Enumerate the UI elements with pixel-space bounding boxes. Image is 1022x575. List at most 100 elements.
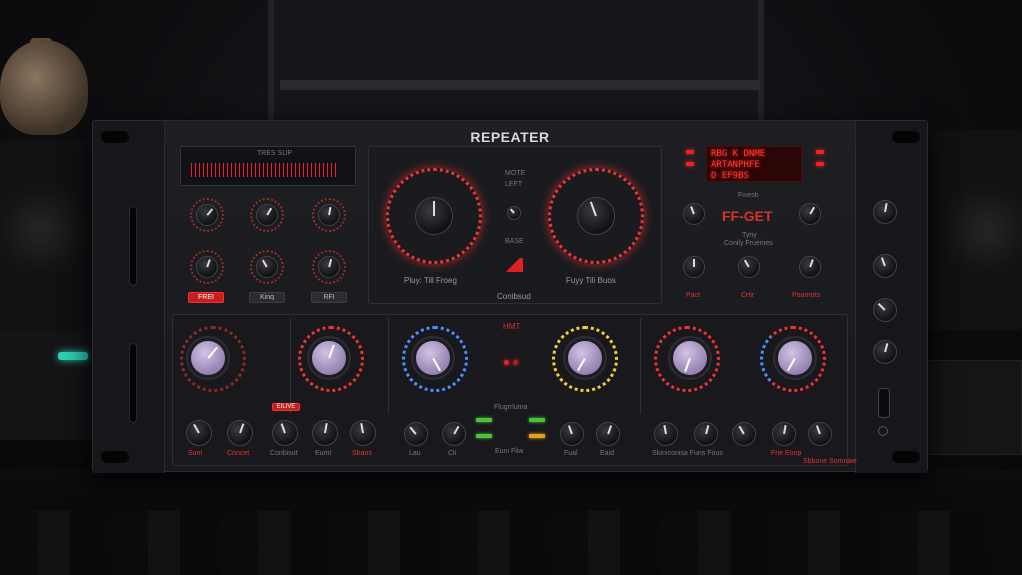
status-led	[686, 150, 694, 154]
freeze-button[interactable]: FREI	[188, 292, 224, 303]
center-bottom-label: Conibsud	[497, 292, 531, 301]
king-button[interactable]: Kinq	[249, 292, 285, 303]
small-knob-10[interactable]	[654, 422, 678, 446]
rfi-button[interactable]: RFI	[311, 292, 347, 303]
small-knob-11[interactable]	[694, 422, 718, 446]
status-led	[816, 150, 824, 154]
side-knob-1[interactable]	[873, 200, 897, 224]
display-sub-label-1: Tyny	[742, 232, 757, 239]
eumt-label: Eumt	[315, 450, 332, 457]
small-knob-6[interactable]	[404, 422, 428, 446]
base-label: BASE	[505, 238, 524, 245]
knob-tl-3[interactable]	[318, 204, 340, 226]
small-knob-2[interactable]	[227, 420, 253, 446]
lower-knob-3[interactable]	[413, 338, 453, 378]
knob-tr-2[interactable]	[799, 203, 821, 225]
power-icon[interactable]	[878, 426, 888, 436]
device-title: REPEATER	[470, 129, 550, 145]
vase	[0, 40, 88, 135]
indicator-led	[504, 360, 509, 365]
status-led	[816, 162, 824, 166]
fual-label: Fual	[564, 450, 578, 457]
middle-label: Flugrrluma	[494, 404, 528, 411]
background-shelf-bar	[280, 80, 760, 90]
hmt-label: HMT	[503, 322, 521, 331]
divider	[388, 318, 389, 414]
small-knob-13[interactable]	[772, 422, 796, 446]
green-led	[476, 418, 492, 422]
lcd-line-3: D EF9BS	[711, 171, 749, 181]
knob-tr-3[interactable]	[683, 256, 705, 278]
meter-label: TRES SUP	[257, 150, 293, 157]
sum-label: Sum	[188, 450, 203, 457]
knob-tl-1[interactable]	[196, 204, 218, 226]
level-indicator-icon	[503, 258, 523, 272]
sbbone-label: Sbbone Somnaie	[803, 458, 857, 465]
small-knob-8[interactable]	[560, 422, 584, 446]
small-knob-5[interactable]	[350, 420, 376, 446]
rack-handle-slot	[129, 343, 137, 423]
input-jack[interactable]	[878, 388, 890, 418]
small-knob-7[interactable]	[442, 422, 466, 446]
crtir-label: Crtir	[741, 292, 755, 299]
lau-label: Lau	[409, 450, 421, 457]
right-group-label: Sloniconisa Funs Fous	[652, 450, 723, 457]
eaid-label: Eaid	[600, 450, 615, 457]
amber-led	[529, 434, 545, 438]
frie-eonp-label: Frie Eonp	[771, 450, 802, 457]
small-knob-12[interactable]	[732, 422, 756, 446]
small-knob-14[interactable]	[808, 422, 832, 446]
lower-knob-4[interactable]	[565, 338, 605, 378]
right-dial-label: Fuyy Tili Buos	[566, 276, 616, 285]
background-device-right	[927, 360, 1022, 455]
divider	[290, 318, 291, 414]
small-knob-1[interactable]	[186, 420, 212, 446]
desk-items	[0, 510, 1022, 575]
knob-tr-5[interactable]	[799, 256, 821, 278]
indicator-led	[513, 360, 518, 365]
background-shelf	[268, 0, 764, 122]
lower-knob-6[interactable]	[775, 338, 815, 378]
teal-led	[58, 352, 88, 360]
lower-knob-5[interactable]	[670, 338, 710, 378]
lower-knob-2[interactable]	[309, 338, 349, 378]
rack-ear-right	[855, 121, 927, 473]
knob-tl-6[interactable]	[318, 256, 340, 278]
lower-knob-1[interactable]	[188, 338, 228, 378]
center-small-knob[interactable]	[507, 206, 521, 220]
background-device-left	[0, 330, 95, 440]
speaker-left	[0, 140, 95, 335]
knob-tl-4[interactable]	[196, 256, 218, 278]
green-led	[476, 434, 492, 438]
rack-ear-left	[93, 121, 165, 473]
knob-tl-5[interactable]	[256, 256, 278, 278]
speaker-cone	[937, 180, 1022, 280]
small-knob-4[interactable]	[312, 420, 338, 446]
meter-bars	[191, 163, 339, 177]
sbans-label: Sbans	[352, 450, 372, 457]
small-knob-3[interactable]	[272, 420, 298, 446]
knob-tr-4[interactable]	[738, 256, 760, 278]
lcd-line-2: ARTANPHFE	[711, 160, 760, 170]
small-knob-9[interactable]	[596, 422, 620, 446]
display-mode-label: Fivesb	[738, 192, 759, 199]
knob-tl-2[interactable]	[256, 204, 278, 226]
rack-screw-hole	[892, 451, 920, 463]
delay-dial-right[interactable]	[577, 197, 615, 235]
side-knob-3[interactable]	[873, 298, 897, 322]
side-knob-4[interactable]	[873, 340, 897, 364]
poarnots-label: Poarnots	[792, 292, 821, 299]
green-led	[529, 418, 545, 422]
live-button[interactable]: EILIVE	[272, 403, 300, 411]
concet-label: Concet	[227, 450, 250, 457]
middle-bottom-label: Euni Fliw	[495, 448, 524, 455]
speaker-cone	[0, 180, 90, 280]
display-sub-label-2: Conily Fruenies	[724, 240, 773, 247]
delay-dial-left[interactable]	[415, 197, 453, 235]
pact-label: Pact	[686, 292, 701, 299]
status-led	[686, 162, 694, 166]
lcd-line-1: RBG K DNME	[711, 149, 766, 159]
mode-label-1: MOTE	[505, 170, 526, 177]
side-knob-2[interactable]	[873, 254, 897, 278]
knob-tr-1[interactable]	[683, 203, 705, 225]
